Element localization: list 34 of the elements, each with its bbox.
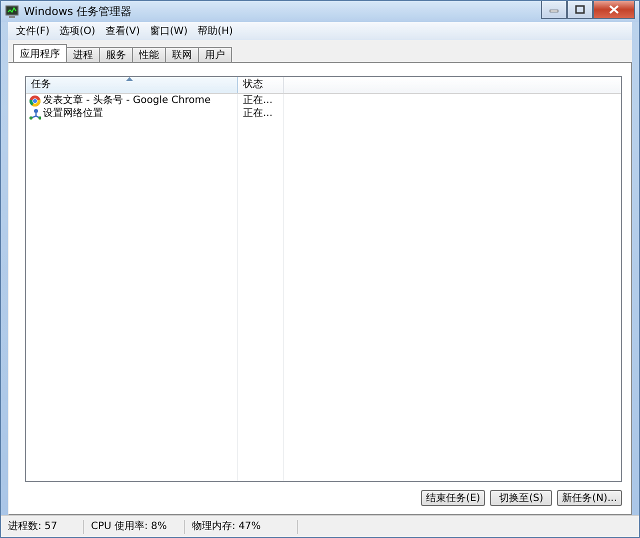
maximize-icon [575, 5, 585, 14]
close-icon [609, 5, 619, 14]
task-name[interactable]: 发表文章 - 头条号 - Google Chrome [43, 94, 211, 106]
menu-item[interactable]: 窗口(W) [144, 24, 193, 38]
column-header[interactable]: 状态 [238, 77, 284, 93]
status-text: 进程数: 57 [1, 520, 84, 534]
tab[interactable]: 进程 [66, 47, 100, 62]
tab[interactable]: 性能 [132, 47, 166, 62]
window-title: Windows 任务管理器 [24, 4, 132, 19]
status-text: CPU 使用率: 8% [84, 520, 185, 534]
tab[interactable]: 用户 [198, 47, 232, 62]
monitor-icon [5, 4, 19, 18]
status-text: 物理内存: 47% [185, 520, 298, 534]
action-button[interactable]: 新任务(N)... [557, 490, 622, 506]
menu-item[interactable]: 文件(F) [11, 24, 55, 38]
sort-arrow-icon [126, 77, 133, 81]
action-button[interactable]: 结束任务(E) [421, 490, 486, 506]
browser-icon [29, 94, 41, 106]
task-status: 正在... [243, 108, 273, 120]
column-header[interactable]: 任务 [26, 77, 238, 93]
tab[interactable]: 应用程序 [13, 44, 67, 62]
action-button[interactable]: 切换至(S) [490, 490, 552, 506]
network-icon [29, 108, 41, 120]
minimize-icon [549, 6, 559, 12]
menu-item[interactable]: 帮助(H) [192, 24, 238, 38]
task-name[interactable]: 设置网络位置 [43, 108, 103, 120]
maximize-button[interactable] [567, 1, 593, 19]
minimize-button[interactable] [541, 1, 567, 19]
close-button[interactable] [593, 1, 635, 19]
menu-item[interactable]: 查看(V) [100, 24, 145, 38]
tab[interactable]: 服务 [99, 47, 133, 62]
menu-item[interactable]: 选项(O) [54, 24, 100, 38]
task-status: 正在... [243, 94, 273, 106]
tab[interactable]: 联网 [165, 47, 199, 62]
